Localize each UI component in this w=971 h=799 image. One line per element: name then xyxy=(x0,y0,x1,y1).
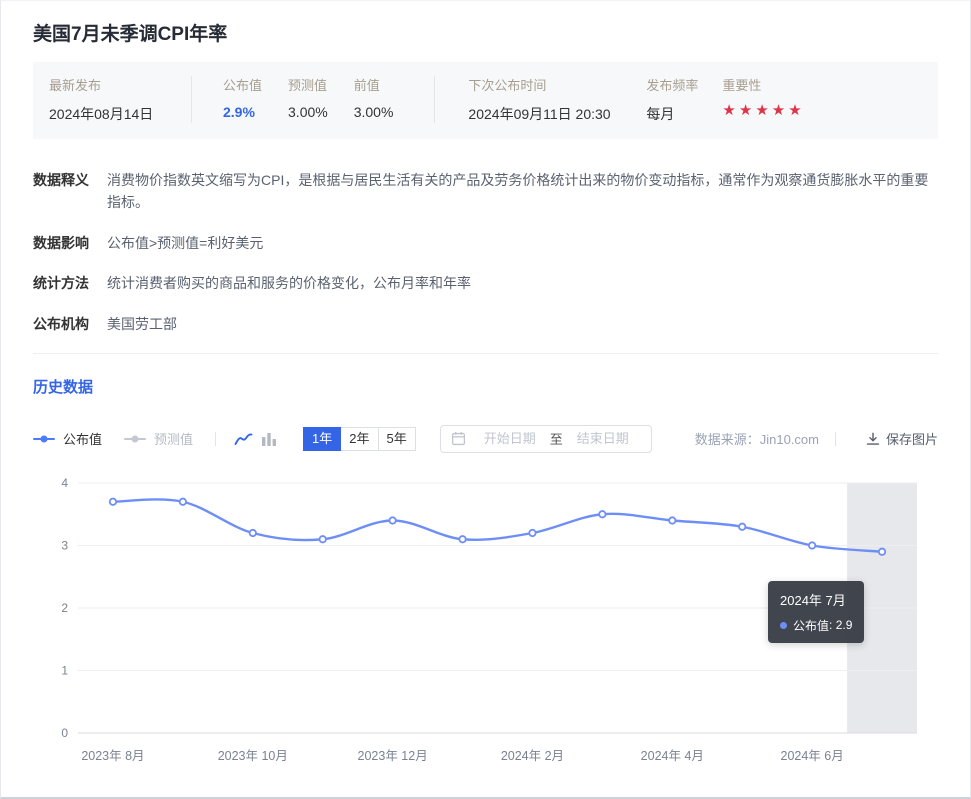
previous-value: 前值 3.00% xyxy=(354,75,394,124)
calendar-icon xyxy=(451,431,466,446)
legend-label: 公布值 xyxy=(63,432,103,448)
detail-rows: 数据释义 消费物价指数英文缩写为CPI，是根据与居民生活有关的产品及劳务价格统计… xyxy=(33,169,938,335)
history-chart[interactable]: 0 1 2 3 4 2023年 8月 2023年 10月 2023年 12月 2024年 2月 2… xyxy=(33,467,938,791)
indicator-detail-page: 美国7月未季调CPI年率 最新发布 2024年08月14日 公布值 2.9% 预… xyxy=(0,0,971,799)
line-chart-icon[interactable] xyxy=(230,428,256,450)
line-chart-canvas[interactable]: 0 1 2 3 4 2023年 8月 2023年 10月 2023年 12月 2024年 2月 2… xyxy=(33,467,938,791)
published-value: 公布值 2.9% xyxy=(223,75,262,124)
svg-text:2023年 12月: 2023年 12月 xyxy=(358,749,428,763)
history-heading[interactable]: 历史数据 xyxy=(33,376,938,397)
svg-text:2: 2 xyxy=(61,601,68,615)
forecast-value: 预测值 3.00% xyxy=(288,75,328,124)
next-release-label: 下次公布时间 xyxy=(468,78,547,93)
importance-stars: ★★★★★ xyxy=(722,102,805,119)
range-button-2y[interactable]: 2年 xyxy=(340,426,379,451)
divider xyxy=(834,431,836,446)
detail-row-agency: 公布机构 美国劳工部 xyxy=(33,313,938,335)
save-image-label: 保存图片 xyxy=(885,432,938,448)
date-range-separator: 至 xyxy=(549,432,563,448)
range-selector: 1年 2年 5年 xyxy=(303,426,416,451)
detail-text: 统计消费者购买的商品和服务的价格变化，公布月率和年率 xyxy=(107,275,471,292)
importance-label: 重要性 xyxy=(722,78,762,93)
detail-text: 消费物价指数英文缩写为CPI，是根据与居民生活有关的产品及劳务价格统计出来的物价… xyxy=(107,172,929,211)
legend-line-marker xyxy=(124,435,147,443)
importance: 重要性 ★★★★★ xyxy=(722,75,804,124)
divider xyxy=(215,431,217,446)
save-image-button[interactable]: 保存图片 xyxy=(866,429,938,448)
summary-divider xyxy=(434,76,436,123)
latest-release-value: 2024年08月14日 xyxy=(49,106,154,122)
frequency: 发布频率 每月 xyxy=(646,75,722,124)
previous-number: 3.00% xyxy=(353,104,394,120)
detail-row-definition: 数据释义 消费物价指数英文缩写为CPI，是根据与居民生活有关的产品及劳务价格统计… xyxy=(33,169,938,214)
next-release-value: 2024年09月11日 20:30 xyxy=(468,106,611,122)
page-title: 美国7月未季调CPI年率 xyxy=(33,24,228,45)
latest-release: 最新发布 2024年08月14日 xyxy=(49,75,191,124)
detail-text: 美国劳工部 xyxy=(107,315,177,332)
chart-type-switch xyxy=(230,428,282,450)
next-release: 下次公布时间 2024年09月11日 20:30 xyxy=(468,75,646,124)
svg-text:0: 0 xyxy=(61,726,68,740)
previous-label: 前值 xyxy=(353,78,380,93)
published-label: 公布值 xyxy=(223,78,263,93)
svg-text:2023年 8月: 2023年 8月 xyxy=(81,749,144,763)
summary-divider xyxy=(191,76,192,123)
range-button-5y[interactable]: 5年 xyxy=(377,426,416,451)
detail-row-impact: 数据影响 公布值>预测值=利好美元 xyxy=(33,232,938,254)
download-icon xyxy=(866,432,880,445)
svg-text:2024年 4月: 2024年 4月 xyxy=(641,749,704,763)
svg-text:4: 4 xyxy=(61,476,68,490)
detail-row-method: 统计方法 统计消费者购买的商品和服务的价格变化，公布月率和年率 xyxy=(33,272,938,294)
svg-text:1: 1 xyxy=(61,663,68,677)
svg-text:2023年 10月: 2023年 10月 xyxy=(218,749,288,763)
frequency-label: 发布频率 xyxy=(646,78,699,93)
bar-chart-icon[interactable] xyxy=(256,428,282,450)
frequency-value: 每月 xyxy=(646,106,675,122)
published-number: 2.9% xyxy=(223,104,255,120)
detail-label: 数据释义 xyxy=(33,172,89,188)
latest-release-label: 最新发布 xyxy=(49,78,102,93)
end-date-input[interactable] xyxy=(564,430,641,448)
legend-published[interactable]: 公布值 xyxy=(33,429,102,448)
start-date-input[interactable] xyxy=(471,430,548,448)
svg-text:2024年 6月: 2024年 6月 xyxy=(781,749,844,763)
range-button-1y[interactable]: 1年 xyxy=(303,426,342,451)
legend-line-marker xyxy=(33,435,55,443)
forecast-label: 预测值 xyxy=(288,78,328,93)
detail-label: 数据影响 xyxy=(33,234,89,251)
summary-bar: 最新发布 2024年08月14日 公布值 2.9% 预测值 3.00% 前值 3… xyxy=(33,62,938,139)
detail-label: 公布机构 xyxy=(33,315,89,332)
detail-text: 公布值>预测值=利好美元 xyxy=(107,234,264,251)
svg-text:2024年 2月: 2024年 2月 xyxy=(501,749,564,763)
forecast-number: 3.00% xyxy=(288,104,328,120)
data-source-text: 数据来源：Jin10.com xyxy=(694,432,819,448)
legend-forecast[interactable]: 预测值 xyxy=(124,429,193,448)
chart-controls: 公布值 预测值 1年 2年 5年 开始日期 至 结束日期 数据来源：Jin10.… xyxy=(33,424,938,453)
date-range-picker[interactable]: 至 xyxy=(439,424,652,453)
detail-label: 统计方法 xyxy=(33,275,89,292)
history-section: 历史数据 公布值 预测值 1年 2年 5年 开始日期 至 结束日期 数据来源：J… xyxy=(33,352,938,791)
svg-text:3: 3 xyxy=(61,538,68,552)
legend-label: 预测值 xyxy=(154,432,194,448)
